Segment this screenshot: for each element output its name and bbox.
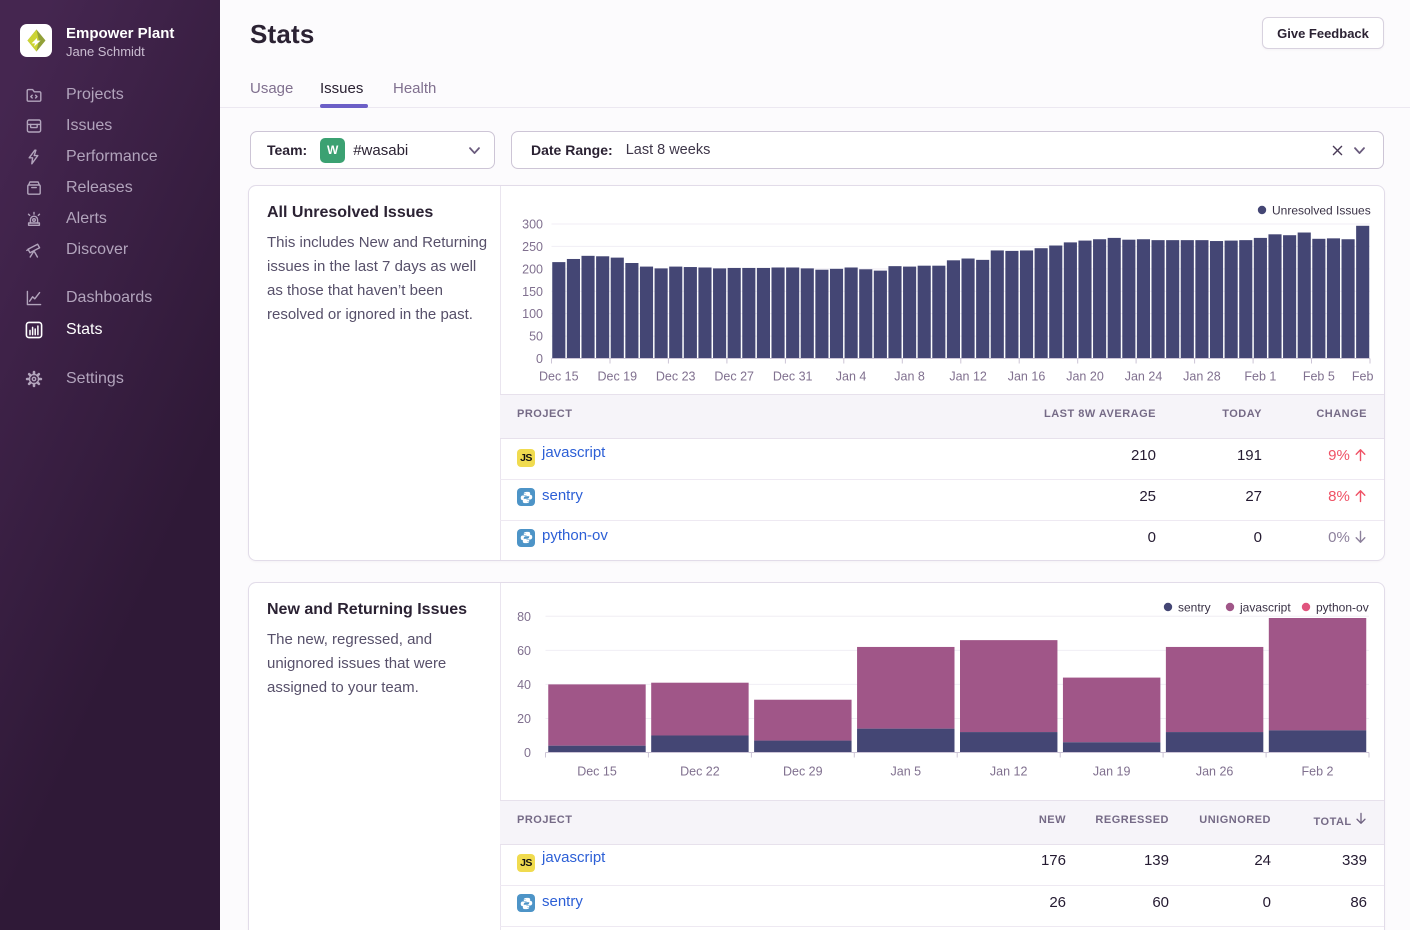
svg-text:20: 20: [517, 712, 531, 726]
svg-text:Feb: Feb: [1352, 370, 1374, 384]
svg-text:Jan 20: Jan 20: [1066, 370, 1104, 384]
svg-text:Dec 15: Dec 15: [539, 370, 579, 384]
svg-text:300: 300: [522, 218, 543, 232]
svg-text:Jan 12: Jan 12: [990, 765, 1028, 779]
svg-text:Jan 28: Jan 28: [1183, 370, 1221, 384]
svg-text:Unresolved Issues: Unresolved Issues: [1272, 204, 1371, 218]
svg-text:40: 40: [517, 678, 531, 692]
svg-text:Dec 27: Dec 27: [714, 370, 754, 384]
svg-text:Feb 2: Feb 2: [1302, 765, 1334, 779]
svg-text:Feb 5: Feb 5: [1303, 370, 1335, 384]
svg-text:Dec 23: Dec 23: [656, 370, 696, 384]
svg-text:Jan 8: Jan 8: [894, 370, 925, 384]
svg-text:0: 0: [524, 746, 531, 760]
svg-text:Jan 26: Jan 26: [1196, 765, 1234, 779]
svg-text:Dec 29: Dec 29: [783, 765, 823, 779]
svg-text:Dec 22: Dec 22: [680, 765, 720, 779]
svg-text:javascript: javascript: [1239, 601, 1291, 615]
svg-text:Jan 24: Jan 24: [1125, 370, 1163, 384]
svg-text:Jan 4: Jan 4: [836, 370, 867, 384]
svg-text:Jan 12: Jan 12: [949, 370, 987, 384]
svg-text:python-ov: python-ov: [1316, 601, 1369, 615]
svg-text:Dec 31: Dec 31: [773, 370, 813, 384]
svg-text:sentry: sentry: [1178, 601, 1211, 615]
svg-text:80: 80: [517, 610, 531, 624]
svg-text:50: 50: [529, 330, 543, 344]
svg-text:Jan 16: Jan 16: [1008, 370, 1046, 384]
svg-text:200: 200: [522, 262, 543, 276]
svg-text:Jan 5: Jan 5: [891, 765, 922, 779]
svg-text:Dec 19: Dec 19: [597, 370, 637, 384]
svg-text:Jan 19: Jan 19: [1093, 765, 1131, 779]
svg-text:0: 0: [536, 352, 543, 366]
svg-text:60: 60: [517, 644, 531, 658]
svg-text:150: 150: [522, 285, 543, 299]
svg-text:250: 250: [522, 240, 543, 254]
svg-text:Dec 15: Dec 15: [577, 765, 617, 779]
svg-text:Feb 1: Feb 1: [1244, 370, 1276, 384]
svg-text:100: 100: [522, 307, 543, 321]
